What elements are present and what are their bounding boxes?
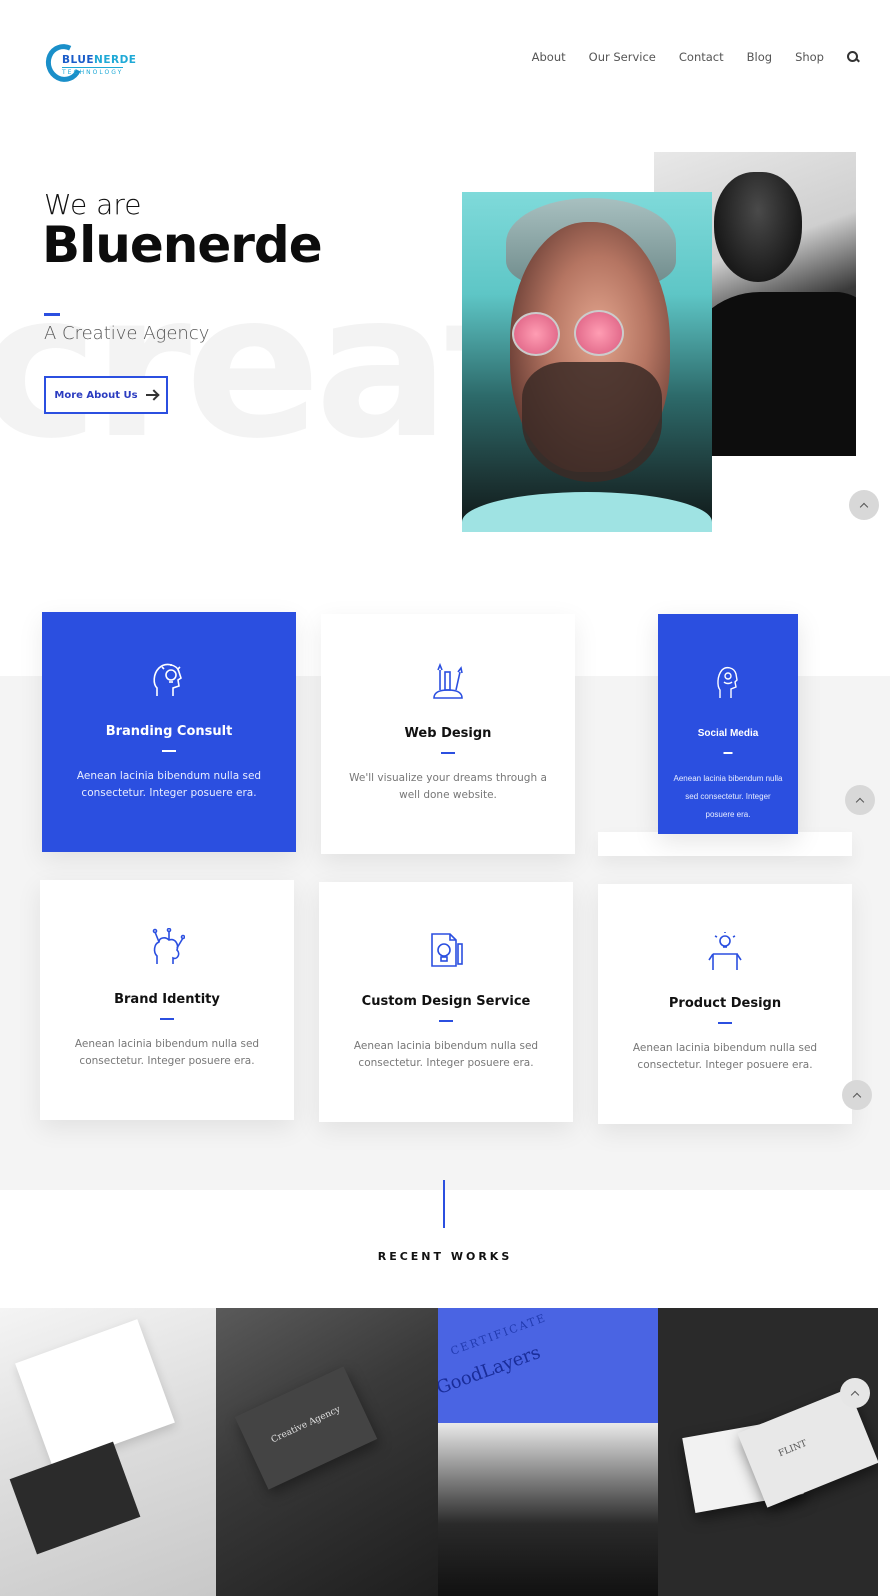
service-description: Aenean lacinia bibendum nulla sed consec… bbox=[632, 1042, 818, 1071]
recent-works-title: RECENT WORKS bbox=[377, 1250, 513, 1263]
logo-subtitle: TECHNOLOGY bbox=[62, 67, 124, 76]
service-description: We'll visualize your dreams through a we… bbox=[349, 772, 547, 801]
work-item-flint[interactable]: FLINT bbox=[658, 1308, 878, 1596]
brand-logo[interactable]: BLUENERDE TECHNOLOGY bbox=[40, 38, 144, 88]
service-title: Social Media bbox=[697, 728, 759, 739]
section-divider-line bbox=[443, 1180, 445, 1228]
head-profile-icon bbox=[717, 666, 738, 698]
document-bulb-icon bbox=[431, 933, 463, 967]
brain-network-icon bbox=[152, 928, 185, 964]
arrow-right-icon bbox=[145, 394, 158, 396]
hero-title: Bluenerde bbox=[42, 216, 323, 274]
main-nav: About Our Service Contact Blog Shop bbox=[509, 50, 860, 64]
scroll-to-top-button[interactable] bbox=[842, 1080, 872, 1110]
service-card-social-media[interactable]: Social Media Aenean lacinia bibendum nul… bbox=[658, 614, 798, 834]
service-card-product-design[interactable]: Product Design Aenean lacinia bibendum n… bbox=[598, 884, 852, 1124]
service-divider bbox=[160, 1018, 174, 1020]
work-item-certificate[interactable]: CERTIFICATE GoodLayers bbox=[438, 1308, 658, 1596]
box-bulb-icon bbox=[708, 932, 742, 970]
service-title: Brand Identity bbox=[114, 992, 220, 1007]
work-item-business-card[interactable]: Creative Agency bbox=[216, 1308, 438, 1596]
scroll-to-top-button[interactable] bbox=[845, 785, 875, 815]
service-title: Branding Consult bbox=[105, 724, 233, 739]
scroll-to-top-button[interactable] bbox=[840, 1378, 870, 1408]
service-divider bbox=[718, 1022, 732, 1024]
nav-our-service[interactable]: Our Service bbox=[589, 50, 656, 64]
service-title: Custom Design Service bbox=[361, 994, 531, 1009]
head-lightbulb-icon bbox=[153, 663, 182, 696]
work-item-stationery[interactable] bbox=[0, 1308, 216, 1596]
more-about-us-button[interactable]: More About Us bbox=[44, 376, 168, 414]
service-title: Product Design bbox=[668, 996, 782, 1011]
service-divider bbox=[439, 1020, 453, 1022]
service-card-shadow bbox=[598, 832, 852, 856]
service-description: Aenean lacinia bibendum nulla sed consec… bbox=[673, 774, 783, 819]
nav-about[interactable]: About bbox=[532, 50, 566, 64]
logo-wordmark: BLUENERDE bbox=[62, 54, 137, 66]
service-card-brand-identity[interactable]: Brand Identity Aenean lacinia bibendum n… bbox=[40, 880, 294, 1120]
service-description: Aenean lacinia bibendum nulla sed consec… bbox=[74, 1038, 260, 1067]
more-about-us-label: More About Us bbox=[54, 389, 138, 401]
service-description: Aenean lacinia bibendum nulla sed consec… bbox=[353, 1040, 539, 1069]
nav-blog[interactable]: Blog bbox=[747, 50, 772, 64]
hero-photo-portrait-color bbox=[462, 192, 712, 532]
service-divider bbox=[441, 752, 455, 754]
service-divider bbox=[162, 750, 176, 752]
service-divider bbox=[723, 752, 733, 754]
hero-divider bbox=[44, 313, 60, 316]
nav-shop[interactable]: Shop bbox=[795, 50, 824, 64]
service-card-web-design[interactable]: Web Design We'll visualize your dreams t… bbox=[321, 614, 575, 854]
design-tools-icon bbox=[433, 662, 463, 699]
service-card-branding-consult[interactable]: Branding Consult Aenean lacinia bibendum… bbox=[42, 612, 296, 852]
hero-subtitle: A Creative Agency bbox=[44, 323, 210, 344]
service-card-custom-design[interactable]: Custom Design Service Aenean lacinia bib… bbox=[319, 882, 573, 1122]
search-icon[interactable] bbox=[846, 50, 860, 64]
service-title: Web Design bbox=[404, 726, 492, 741]
service-description: Aenean lacinia bibendum nulla sed consec… bbox=[76, 770, 262, 799]
scroll-to-top-button[interactable] bbox=[849, 490, 879, 520]
nav-contact[interactable]: Contact bbox=[679, 50, 724, 64]
